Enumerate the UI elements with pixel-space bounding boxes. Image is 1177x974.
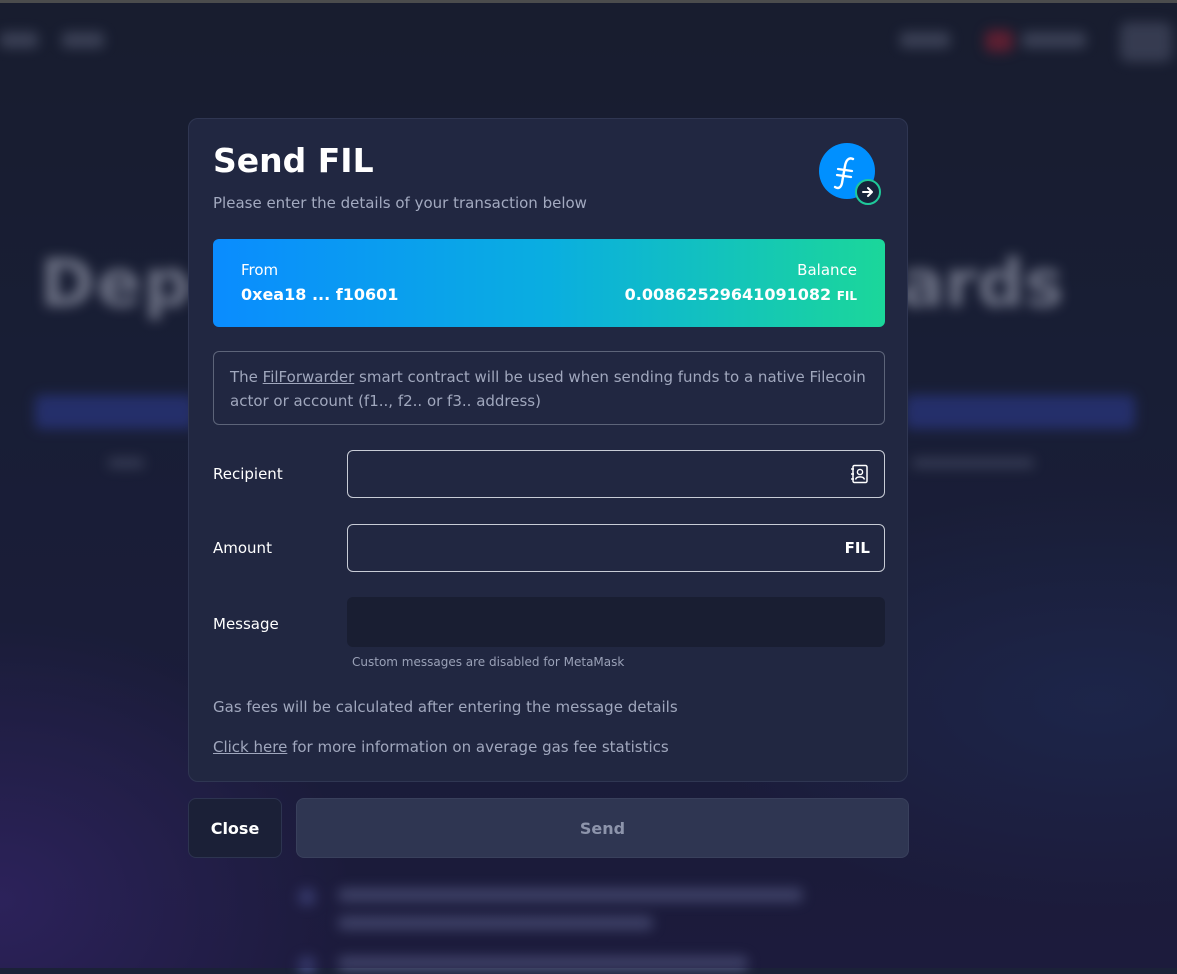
amount-input[interactable] bbox=[348, 525, 856, 571]
filecoin-logo bbox=[819, 143, 883, 207]
gas-info-link[interactable]: Click here bbox=[213, 738, 287, 756]
gas-info-row: Click here for more information on avera… bbox=[213, 738, 669, 756]
recipient-label: Recipient bbox=[213, 465, 283, 483]
filforwarder-link[interactable]: FilForwarder bbox=[263, 368, 355, 386]
filforwarder-notice: The FilForwarder smart contract will be … bbox=[213, 351, 885, 425]
modal-subtitle: Please enter the details of your transac… bbox=[213, 194, 587, 212]
message-helper-text: Custom messages are disabled for MetaMas… bbox=[352, 655, 625, 669]
balance-label: Balance bbox=[797, 261, 857, 279]
notice-prefix: The bbox=[230, 368, 263, 386]
amount-unit: FIL bbox=[844, 539, 870, 557]
from-label: From bbox=[241, 261, 279, 279]
gas-info-suffix: for more information on average gas fee … bbox=[287, 738, 669, 756]
recipient-input[interactable] bbox=[348, 451, 856, 497]
amount-field: FIL bbox=[347, 524, 885, 572]
balance-amount: 0.00862529641091082 FIL bbox=[625, 285, 857, 304]
send-fil-modal: Send FIL Please enter the details of you… bbox=[188, 118, 908, 782]
address-book-icon[interactable] bbox=[850, 464, 870, 484]
arrow-right-circle-icon bbox=[855, 179, 881, 205]
balance-value: 0.00862529641091082 bbox=[624, 285, 832, 304]
from-address: 0xea18 ... f10601 bbox=[241, 285, 399, 304]
close-button[interactable]: Close bbox=[188, 798, 282, 858]
modal-title: Send FIL bbox=[213, 141, 374, 180]
balance-card: From 0xea18 ... f10601 Balance 0.0086252… bbox=[213, 239, 885, 327]
message-label: Message bbox=[213, 615, 279, 633]
amount-label: Amount bbox=[213, 539, 272, 557]
send-button[interactable]: Send bbox=[296, 798, 909, 858]
message-input-disabled bbox=[347, 597, 885, 647]
gas-fee-note: Gas fees will be calculated after enteri… bbox=[213, 698, 678, 716]
recipient-field bbox=[347, 450, 885, 498]
balance-unit: FIL bbox=[836, 289, 857, 303]
